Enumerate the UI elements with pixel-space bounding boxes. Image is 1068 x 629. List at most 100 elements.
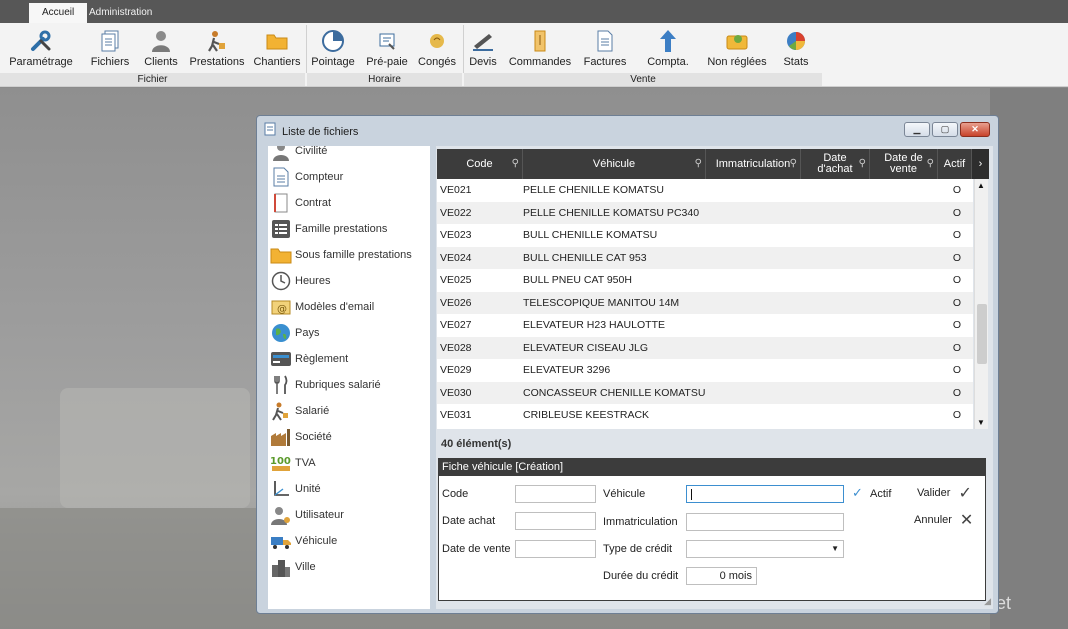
compta-button[interactable]: Compta. [632, 23, 704, 68]
cross-icon: ✕ [959, 512, 974, 529]
cell-code: VE026 [440, 296, 472, 309]
worker-icon [270, 400, 292, 422]
chantiers-button[interactable]: Chantiers [250, 23, 304, 68]
sidebar-item-pays[interactable]: Pays [268, 320, 430, 346]
cell-code: VE025 [440, 274, 472, 287]
column-header-code[interactable]: Code ⚲ [437, 149, 523, 179]
main-panel: Code ⚲ Véhicule ⚲ Immatriculation ⚲ Date… [436, 146, 993, 609]
column-header-immatriculation-label: Immatriculation [715, 157, 791, 170]
table-row[interactable]: VE029 ELEVATEUR 3296 O [437, 359, 973, 382]
search-icon[interactable]: ⚲ [512, 158, 519, 169]
devis-button[interactable]: Devis [464, 23, 502, 68]
pointage-button[interactable]: Pointage [307, 23, 359, 68]
duree-credit-field[interactable]: 0 mois [686, 567, 757, 585]
stats-button[interactable]: Stats [770, 23, 822, 68]
vehicle-form: Fiche véhicule [Création] Code Date acha… [438, 458, 986, 601]
wrench-icon [28, 29, 54, 53]
clients-button[interactable]: Clients [138, 23, 184, 68]
sidebar-item-societe[interactable]: Société [268, 424, 430, 450]
date-vente-field[interactable] [515, 540, 596, 558]
column-header-immatriculation[interactable]: Immatriculation ⚲ [706, 149, 801, 179]
fichiers-label: Fichiers [90, 56, 130, 68]
annuler-button[interactable]: Annuler ✕ [914, 510, 973, 530]
immatriculation-field[interactable] [686, 513, 844, 531]
form-title: Fiche véhicule [Création] [439, 459, 985, 476]
sidebar-item-civilite[interactable]: Civilité [268, 146, 430, 164]
search-icon[interactable]: ⚲ [695, 158, 702, 169]
sidebar-item-ville[interactable]: Ville [268, 554, 430, 580]
scroll-down-icon[interactable]: ▼ [977, 418, 985, 427]
column-header-actif[interactable]: Actif [938, 149, 972, 179]
sidebar-item-contrat[interactable]: Contrat [268, 190, 430, 216]
type-credit-label: Type de crédit [603, 543, 673, 555]
minimize-button[interactable]: ▁ [904, 122, 930, 137]
actif-checkbox[interactable]: ✓ [852, 485, 863, 501]
sidebar-item-vehicule[interactable]: Véhicule [268, 528, 430, 554]
sidebar-item-famille-prestations[interactable]: Famille prestations [268, 216, 430, 242]
valider-button[interactable]: Valider ✓ [917, 483, 972, 503]
table-row[interactable]: VE027 ELEVATEUR H23 HAULOTTE O [437, 314, 973, 337]
vehicule-label: Véhicule [603, 488, 646, 500]
type-credit-select[interactable]: ▼ [686, 540, 844, 558]
cell-vehicule: TELESCOPIQUE MANITOU 14M [523, 296, 680, 309]
scrollbar-thumb[interactable] [977, 304, 987, 364]
sidebar-item-label: Utilisateur [295, 509, 344, 521]
search-icon[interactable]: ⚲ [927, 158, 934, 169]
column-header-date-achat[interactable]: Date d'achat ⚲ [801, 149, 870, 179]
table-row[interactable]: VE022 PELLE CHENILLE KOMATSU PC340 O [437, 201, 973, 224]
sidebar-item-compteur[interactable]: Compteur [268, 164, 430, 190]
search-icon[interactable]: ⚲ [859, 158, 866, 169]
cell-actif: O [952, 409, 962, 422]
sidebar-item-utilisateur[interactable]: Utilisateur [268, 502, 430, 528]
sidebar-item-modeles-email[interactable]: @ Modèles d'email [268, 294, 430, 320]
table-row[interactable]: VE024 BULL CHENILLE CAT 953 O [437, 246, 973, 269]
scroll-up-icon[interactable]: ▲ [977, 181, 985, 190]
table-row[interactable]: VE026 TELESCOPIQUE MANITOU 14M O [437, 291, 973, 314]
sidebar-item-reglement[interactable]: Règlement [268, 346, 430, 372]
devis-label: Devis [469, 56, 497, 68]
column-header-date-vente[interactable]: Date de vente ⚲ [870, 149, 938, 179]
sidebar-item-label: Compteur [295, 171, 344, 183]
close-button[interactable]: ✕ [960, 122, 990, 137]
table-row[interactable]: VE025 BULL PNEU CAT 950H O [437, 269, 973, 292]
column-header-vehicule[interactable]: Véhicule ⚲ [523, 149, 706, 179]
non-reglees-button[interactable]: Non réglées [704, 23, 770, 68]
maximize-button[interactable]: ▢ [932, 122, 958, 137]
sidebar-item-salarie[interactable]: Salarié [268, 398, 430, 424]
pie-chart-icon [783, 29, 809, 53]
table-row[interactable]: VE028 ELEVATEUR CISEAU JLG O [437, 336, 973, 359]
cell-code: VE029 [440, 364, 472, 377]
user-gear-icon [270, 504, 292, 526]
parametrage-button[interactable]: Paramétrage [0, 23, 82, 68]
folder-icon [270, 244, 292, 266]
factures-button[interactable]: Factures [578, 23, 632, 68]
ribbon-group-fichier: Paramétrage Fichiers Clients Prestations [0, 23, 305, 87]
sidebar-item-sous-famille-prestations[interactable]: Sous famille prestations [268, 242, 430, 268]
sidebar-item-heures[interactable]: Heures [268, 268, 430, 294]
pre-paie-button[interactable]: Pré-paie [359, 23, 415, 68]
grid-scrollbar[interactable]: ▲ ▼ [974, 179, 988, 429]
code-field[interactable] [515, 485, 596, 503]
commandes-button[interactable]: Commandes [502, 23, 578, 68]
sidebar-item-unite[interactable]: Unité [268, 476, 430, 502]
ribbon-group-vente: Devis Commandes Factures Compta. Non rég… [464, 23, 822, 87]
scroll-columns-right-button[interactable]: › [972, 149, 989, 179]
sidebar-item-tva[interactable]: 100 TVA [268, 450, 430, 476]
table-row[interactable]: VE021 PELLE CHENILLE KOMATSU O [437, 179, 973, 202]
ribbon: Paramétrage Fichiers Clients Prestations [0, 23, 1068, 87]
table-row[interactable]: VE031 CRIBLEUSE KEESTRACK O [437, 404, 973, 427]
top-tab-bar: Accueil Administration [0, 0, 1068, 23]
fichiers-button[interactable]: Fichiers [82, 23, 138, 68]
table-row[interactable]: VE030 CONCASSEUR CHENILLE KOMATSU O [437, 381, 973, 404]
prestations-button[interactable]: Prestations [184, 23, 250, 68]
date-achat-field[interactable] [515, 512, 596, 530]
tab-administration[interactable]: Administration [76, 3, 165, 23]
search-icon[interactable]: ⚲ [790, 158, 797, 169]
resize-grip-icon[interactable]: ◢ [984, 596, 991, 607]
ribbon-group-title: Fichier [0, 73, 305, 86]
clock-icon [270, 270, 292, 292]
vehicule-field[interactable] [686, 485, 844, 503]
conges-button[interactable]: Congés [415, 23, 459, 68]
sidebar-item-rubriques-salarie[interactable]: Rubriques salarié [268, 372, 430, 398]
table-row[interactable]: VE023 BULL CHENILLE KOMATSU O [437, 224, 973, 247]
